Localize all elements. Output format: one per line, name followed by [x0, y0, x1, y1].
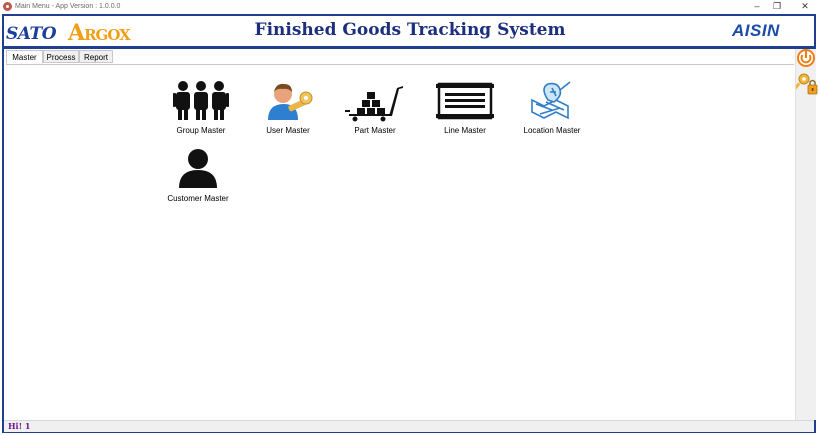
app-icon — [3, 2, 12, 11]
tile-label: Location Master — [523, 126, 581, 135]
map-pin-icon — [531, 81, 571, 120]
window-titlebar: Main Menu - App Version : 1.0.0.0 – ❐ ✕ — [0, 0, 820, 13]
page-title: Finished Goods Tracking System — [254, 20, 566, 40]
tile-label: Part Master — [354, 126, 396, 135]
line-master-tile[interactable]: Line Master — [425, 80, 505, 135]
tile-label: User Master — [266, 126, 310, 135]
group-master-tile[interactable]: Group Master — [161, 80, 241, 135]
power-icon — [797, 49, 815, 67]
tile-label: Group Master — [176, 126, 226, 135]
aisin-logo: AISIN — [732, 21, 780, 40]
tab-master[interactable]: Master — [6, 50, 43, 64]
customer-master-tile[interactable]: Customer Master — [158, 148, 238, 203]
user-master-tile[interactable]: User Master — [248, 80, 328, 135]
window-title: Main Menu - App Version : 1.0.0.0 — [15, 3, 121, 10]
conveyor-icon — [436, 82, 494, 120]
group-icon — [173, 81, 229, 120]
close-button[interactable]: ✕ — [794, 0, 816, 13]
minimize-button[interactable]: – — [746, 0, 768, 13]
tile-label: Customer Master — [167, 194, 229, 203]
key-lock-icon — [791, 73, 818, 95]
location-master-tile[interactable]: Location Master — [512, 80, 592, 135]
customer-icon — [179, 149, 217, 188]
logout-button[interactable] — [796, 48, 816, 70]
hand-truck-icon — [345, 86, 403, 122]
tab-report[interactable]: Report — [79, 50, 113, 63]
status-bar: Hi! 1 — [4, 420, 814, 432]
header-divider — [4, 46, 814, 49]
part-master-tile[interactable]: Part Master — [335, 80, 415, 135]
user-key-icon — [268, 83, 313, 120]
tab-process[interactable]: Process — [43, 50, 79, 63]
greeting-text: Hi! 1 — [8, 421, 31, 431]
change-password-button[interactable] — [791, 72, 818, 95]
tile-label: Line Master — [444, 126, 486, 135]
restore-button[interactable]: ❐ — [766, 0, 788, 13]
right-toolbar — [795, 49, 816, 420]
